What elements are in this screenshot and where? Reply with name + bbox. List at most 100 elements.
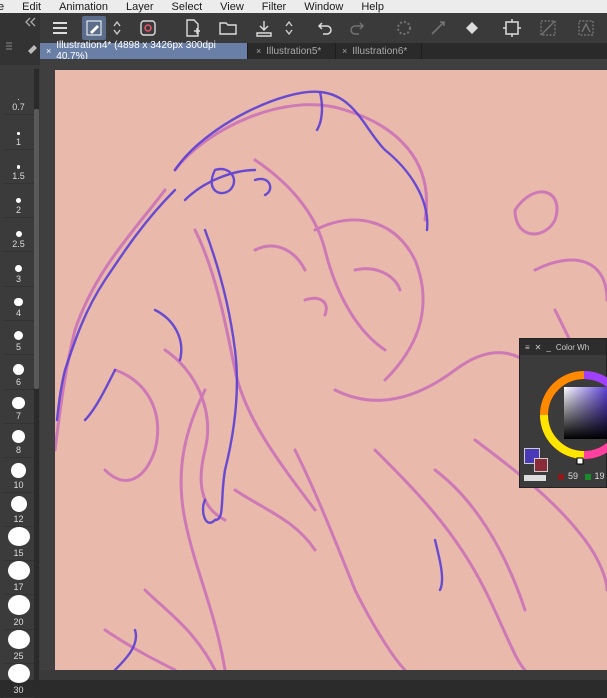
brush-size-dot <box>15 231 22 238</box>
brush-size-dot <box>7 664 30 684</box>
brush-size-item[interactable]: 1 <box>3 115 34 150</box>
loading-icon[interactable] <box>392 16 416 40</box>
menu-animation[interactable]: Animation <box>59 1 108 13</box>
brush-size-label: 2 <box>15 205 21 216</box>
new-file-icon[interactable] <box>180 16 204 40</box>
chevron-updown-icon[interactable] <box>110 16 124 40</box>
color-values: 59 19 <box>558 471 605 481</box>
close-icon[interactable]: ✕ <box>535 343 542 352</box>
tab-illustration4[interactable]: × Illustration4* (4898 x 3426px 300dpi 40… <box>40 40 248 62</box>
menu-help[interactable]: Help <box>361 1 384 13</box>
menu-filter[interactable]: Filter <box>262 1 286 13</box>
cut-icon[interactable] <box>574 16 598 40</box>
brush-size-item[interactable]: 5 <box>3 321 34 356</box>
status-strip <box>40 670 607 680</box>
brush-size-item[interactable]: 17 <box>3 561 34 596</box>
brush-size-label: 15 <box>13 548 24 559</box>
tab-close-icon[interactable]: × <box>46 46 51 56</box>
brush-size-dot <box>13 330 24 341</box>
brush-size-item[interactable]: 12 <box>3 493 34 527</box>
redo-icon[interactable] <box>346 16 370 40</box>
save-icon[interactable] <box>252 16 276 40</box>
menu-view[interactable]: View <box>220 1 244 13</box>
brush-size-item[interactable]: 1.5 <box>3 150 34 184</box>
sub-color-swatch[interactable] <box>534 458 548 472</box>
menu-bar: e Edit Animation Layer Select View Filte… <box>0 0 607 13</box>
spiral-icon[interactable] <box>136 16 160 40</box>
menu-layer[interactable]: Layer <box>126 1 154 13</box>
undo-icon[interactable] <box>312 16 336 40</box>
tab-close-icon[interactable]: × <box>342 46 347 56</box>
brush-size-item[interactable]: 10 <box>3 458 34 493</box>
pen-icon[interactable] <box>82 16 106 40</box>
red-channel-icon <box>558 473 564 480</box>
brush-size-dot <box>13 363 24 375</box>
brush-size-item[interactable]: 20 <box>3 595 34 630</box>
brush-size-item[interactable]: 7 <box>3 390 34 424</box>
brush-size-dot <box>16 165 21 169</box>
brush-size-dot <box>12 396 25 409</box>
brush-size-dot <box>7 629 30 650</box>
brush-size-label: 0.7 <box>12 102 25 113</box>
brush-size-item[interactable]: 2 <box>3 184 34 219</box>
red-value[interactable]: 59 <box>568 471 578 481</box>
brush-size-label: 30 <box>13 685 24 696</box>
brush-size-panel: 0.7 1 1.5 2 2.5 3 4 5 6 7 8 10 12 15 17 20 25 30 <box>0 13 40 698</box>
brush-size-item[interactable]: 6 <box>3 355 34 390</box>
transparent-swatch[interactable] <box>524 475 546 481</box>
brush-size-item[interactable]: 2.5 <box>3 218 34 253</box>
brush-size-label: 2.5 <box>12 239 25 250</box>
brush-size-dot <box>14 264 23 272</box>
panel-menu-icon[interactable]: ≡ <box>525 343 530 352</box>
brush-size-dot <box>17 132 20 135</box>
crop-icon[interactable] <box>500 16 524 40</box>
fill-icon[interactable] <box>460 16 484 40</box>
menu-file[interactable]: e <box>0 1 4 13</box>
brush-size-item[interactable]: 0.7 <box>3 81 34 116</box>
menu-edit[interactable]: Edit <box>22 1 41 13</box>
chevron-updown-icon[interactable] <box>282 16 296 40</box>
brush-size-label: 8 <box>15 445 21 456</box>
brush-size-item[interactable]: 3 <box>3 252 34 287</box>
brush-size-dot <box>7 561 30 581</box>
brush-size-label: 7 <box>15 410 21 421</box>
no-select-icon[interactable] <box>536 16 560 40</box>
brush-size-list: 0.7 1 1.5 2 2.5 3 4 5 6 7 8 10 12 15 17 20 25 30 <box>3 81 34 698</box>
brush-size-label: 1.5 <box>12 170 25 181</box>
brush-size-item[interactable]: 25 <box>3 629 34 665</box>
brush-size-dot <box>16 198 21 204</box>
menu-icon[interactable] <box>48 16 72 40</box>
brush-size-dot <box>7 595 30 615</box>
green-channel-icon <box>584 473 591 480</box>
brush-size-label: 17 <box>13 582 24 593</box>
brush-size-item[interactable]: 30 <box>3 664 34 698</box>
brush-size-label: 3 <box>15 273 21 284</box>
brush-size-item[interactable]: 4 <box>3 287 34 322</box>
menu-select[interactable]: Select <box>172 1 203 13</box>
scrollbar-thumb[interactable] <box>34 109 39 389</box>
green-value[interactable]: 19 <box>595 471 605 481</box>
minimize-icon[interactable]: _ <box>546 343 550 352</box>
tab-illustration6[interactable]: × Illustration6* <box>336 43 422 59</box>
tab-close-icon[interactable]: × <box>256 46 261 56</box>
brush-size-label: 5 <box>15 342 21 353</box>
brush-size-label: 1 <box>15 136 21 147</box>
panel-scrollbar[interactable] <box>34 69 39 689</box>
document-tabs: × Illustration4* (4898 x 3426px 300dpi 40… <box>40 40 607 62</box>
tab-label: Illustration6* <box>352 45 408 57</box>
tab-illustration5[interactable]: × Illustration5* <box>250 43 336 59</box>
transform-icon[interactable] <box>426 16 450 40</box>
brush-size-label: 6 <box>15 376 21 387</box>
panel-collapse-icon[interactable] <box>0 13 40 65</box>
tab-label: Illustration5* <box>266 45 322 57</box>
brush-size-dot <box>7 526 30 547</box>
brush-size-dot <box>11 429 26 444</box>
open-folder-icon[interactable] <box>216 16 240 40</box>
menu-window[interactable]: Window <box>304 1 343 13</box>
brush-size-label: 4 <box>15 308 21 319</box>
brush-size-item[interactable]: 15 <box>3 526 34 562</box>
panel-header <box>0 13 40 65</box>
brush-size-dot <box>11 462 26 478</box>
brush-size-item[interactable]: 8 <box>3 424 34 459</box>
color-wheel-header: ≡ ✕ _ Color Wh <box>520 339 606 355</box>
